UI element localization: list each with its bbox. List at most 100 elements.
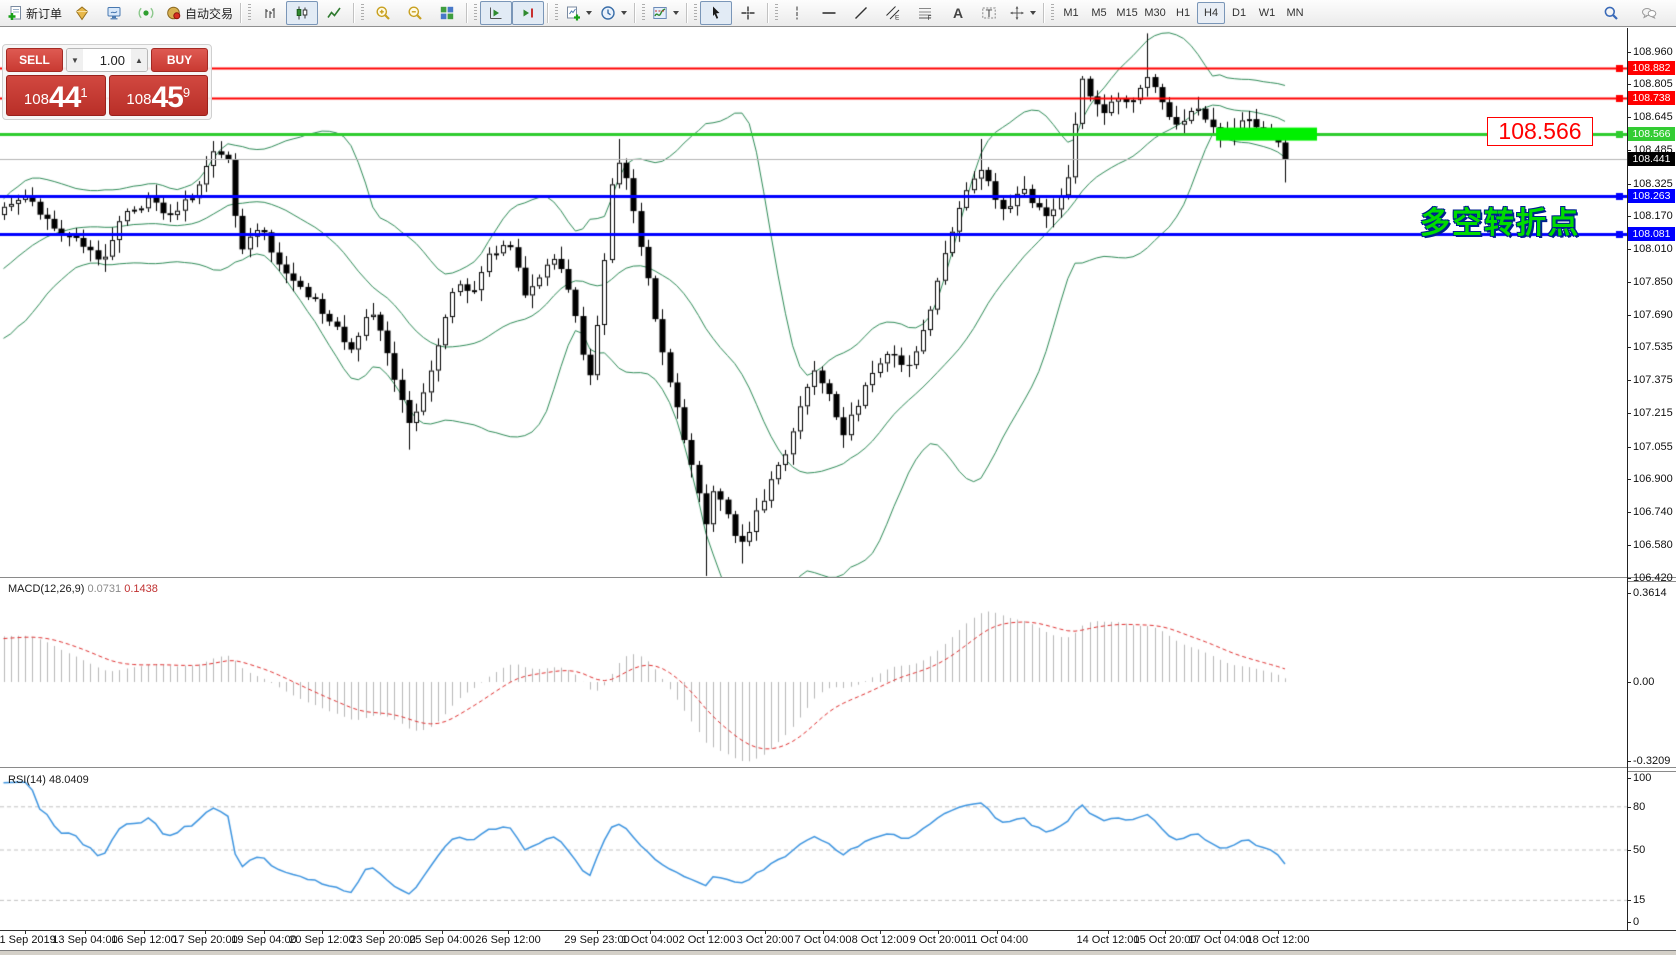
hline-button[interactable] [813,1,845,25]
pivot-annotation-text: 多空转折点 [1420,198,1580,242]
timeframe-m5[interactable]: M5 [1085,2,1113,24]
toolbar-right [1595,1,1673,25]
time-axis-label: 11 Sep 2019 [0,934,56,946]
new-order-button[interactable]: 新订单 [3,1,66,25]
trendline-button[interactable] [845,1,877,25]
axis-tick [1627,761,1631,762]
timeframe-h4[interactable]: H4 [1197,2,1225,24]
indicators-button[interactable] [648,1,683,25]
price-chart-canvas[interactable] [0,28,1628,577]
axis-tick-label: 107.535 [1633,341,1673,353]
terminal-button[interactable] [98,1,130,25]
price-badge-support-2: 108.081 [1628,227,1675,241]
auto-scroll-icon [488,5,504,21]
macd-canvas[interactable] [0,581,1628,767]
arrows-button[interactable] [1005,1,1040,25]
zoom-in-button[interactable] [367,1,399,25]
fibonacci-button[interactable]: F [909,1,941,25]
vline-icon [789,5,805,21]
axis-tick-label: 108.960 [1633,46,1673,58]
buy-price-button[interactable]: 108459 [109,75,209,116]
timeframe-w1[interactable]: W1 [1253,2,1281,24]
timeframe-mn[interactable]: MN [1281,2,1309,24]
vline-button[interactable] [781,1,813,25]
line-chart-icon [326,5,342,21]
cursor-button[interactable] [700,1,732,25]
macd-main-value: 0.0731 [87,583,121,595]
toolbar-separator [634,3,636,23]
rsi-canvas[interactable] [0,771,1628,930]
timeframe-m1[interactable]: M1 [1057,2,1085,24]
axis-tick-label: 106.740 [1633,506,1673,518]
toolbar-grip [555,4,558,22]
axis-tick [1627,922,1631,923]
label-button[interactable]: T [973,1,1005,25]
timeframe-m30[interactable]: M30 [1141,2,1169,24]
dropdown-caret-icon[interactable] [1030,11,1036,15]
label-icon: T [981,5,997,21]
new-order-icon [7,5,23,21]
rsi-axis-label: 100 [1633,772,1651,784]
svg-text:E: E [895,15,900,22]
auto-scroll-button[interactable] [480,1,512,25]
axis-tick-label: 106.900 [1633,473,1673,485]
volume-input[interactable]: 1.00 [83,49,131,71]
line-chart-button[interactable] [318,1,350,25]
rsi-axis-label: 80 [1633,801,1645,813]
autotrade-button[interactable]: 自动交易 [162,1,237,25]
dropdown-caret-icon[interactable] [673,11,679,15]
timeframe-group: M1M5M15M30H1H4D1W1MN [1057,2,1309,24]
toolbar-separator [1043,3,1045,23]
volume-up-button[interactable]: ▲ [131,49,147,71]
price-badge-pivot-green: 108.566 [1628,127,1675,141]
search-button[interactable] [1595,1,1627,25]
profiles-button[interactable] [596,1,631,25]
axis-tick [1627,315,1631,316]
tile-windows-button[interactable] [431,1,463,25]
svg-text:F: F [928,15,932,21]
macd-axis-label: 0.00 [1633,676,1654,688]
volume-down-button[interactable]: ▼ [67,49,83,71]
macd-axis-label: 0.3614 [1633,587,1667,599]
autotrade-icon [166,5,182,21]
autotrade-button-label: 自动交易 [185,5,233,22]
axis-tick-label: 107.375 [1633,374,1673,386]
text-button[interactable]: A [941,1,973,25]
sell-price-button[interactable]: 108441 [6,75,106,116]
sell-pips: 44 [49,83,80,113]
axis-tick [1627,380,1631,381]
fibonacci-icon: F [917,5,933,21]
navigator-button[interactable] [66,1,98,25]
buy-button[interactable]: BUY [151,48,208,72]
clock-icon [600,5,616,21]
dropdown-caret-icon[interactable] [621,11,627,15]
volume-stepper: ▼ 1.00 ▲ [66,48,148,72]
chart-shift-button[interactable] [512,1,544,25]
timeframe-h1[interactable]: H1 [1169,2,1197,24]
time-axis-label: 1 Oct 04:00 [622,934,679,946]
candlestick-button[interactable] [286,1,318,25]
timeframe-d1[interactable]: D1 [1225,2,1253,24]
timeframe-m15[interactable]: M15 [1113,2,1141,24]
new-chart-button[interactable] [561,1,596,25]
toolbar-grip [361,4,364,22]
axis-tick-label: 108.170 [1633,210,1673,222]
price-level-annotation[interactable]: 108.566 [1487,117,1593,146]
zoom-out-icon [407,5,423,21]
axis-tick-label: 106.580 [1633,539,1673,551]
axis-tick [1627,413,1631,414]
zoom-out-button[interactable] [399,1,431,25]
axis-tick [1627,900,1631,901]
sell-button[interactable]: SELL [6,48,63,72]
channel-button[interactable]: E [877,1,909,25]
axis-tick-label: 108.645 [1633,111,1673,123]
axis-tick [1627,117,1631,118]
crosshair-button[interactable] [732,1,764,25]
rsi-value: 48.0409 [49,774,89,786]
chart-window: ▲ USDJPY-,H4 108.437 108.495 108.382 108… [0,27,1676,954]
signals-button[interactable] [130,1,162,25]
bar-chart-button[interactable] [254,1,286,25]
dropdown-caret-icon[interactable] [586,11,592,15]
chat-button[interactable] [1633,1,1665,25]
time-axis[interactable]: 11 Sep 201913 Sep 04:0016 Sep 12:0017 Se… [0,931,1676,950]
